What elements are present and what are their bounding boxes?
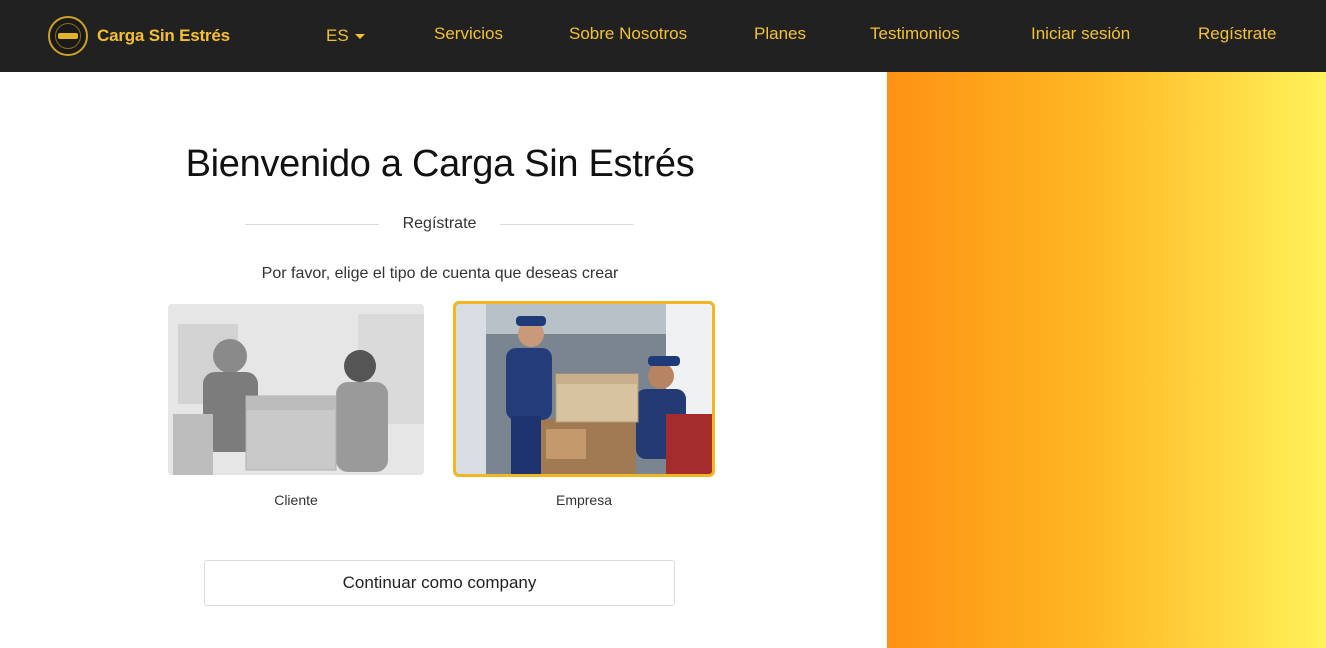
nav-registrate[interactable]: Regístrate [1198,24,1276,44]
account-type-prompt: Por favor, elige el tipo de cuenta que d… [261,265,619,282]
language-label: ES [326,26,349,45]
divider-line-left [245,223,379,225]
nav-iniciar-sesion[interactable]: Iniciar sesión [1031,24,1130,44]
company-logo-icon [48,16,88,56]
cliente-image[interactable] [168,304,424,475]
language-selector[interactable]: ES [326,26,365,46]
divider-line-right [500,223,634,225]
nav-servicios[interactable]: Servicios [434,24,503,44]
empresa-label: Empresa [555,492,613,508]
gradient-side-panel [887,72,1326,648]
page-title: Bienvenido a Carga Sin Estrés [185,143,695,185]
nav-testimonios[interactable]: Testimonios [870,24,960,44]
nav-planes[interactable]: Planes [754,24,806,44]
section-label: Regístrate [402,215,477,232]
brand-name: Carga Sin Estrés [97,26,230,45]
section-divider: Regístrate [245,212,634,236]
nav-sobre-nosotros[interactable]: Sobre Nosotros [569,24,687,44]
continue-button[interactable]: Continuar como company [204,560,675,606]
empresa-image[interactable] [453,301,715,477]
caret-down-icon [354,33,365,39]
brand-link[interactable]: Carga Sin Estrés [48,16,230,56]
cliente-label: Cliente [274,492,318,508]
top-navbar: Carga Sin Estrés ES Servicios Sobre Noso… [0,0,1326,72]
